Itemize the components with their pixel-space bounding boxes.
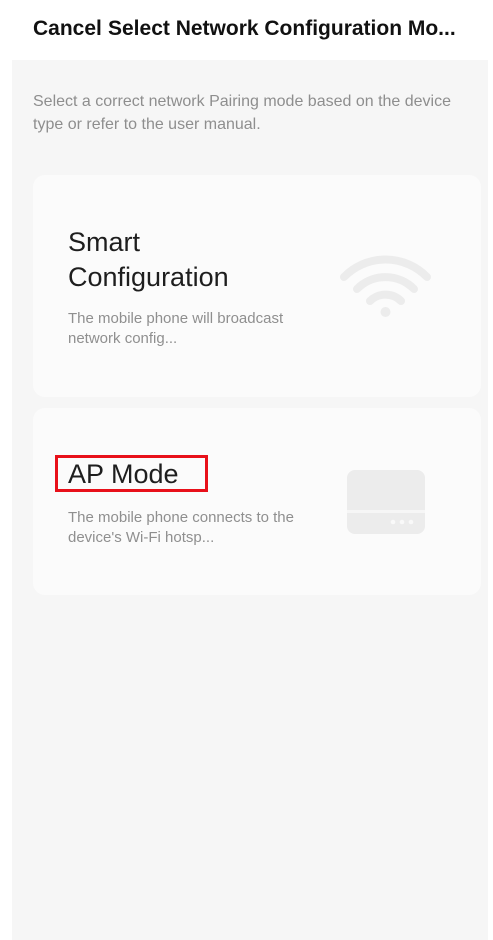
ap-mode-description: The mobile phone connects to the device'… [68, 509, 294, 546]
cancel-button[interactable]: Cancel [33, 17, 102, 41]
main-content: Select a correct network Pairing mode ba… [12, 60, 488, 940]
ap-mode-card[interactable]: AP Mode The mobile phone connects to the… [33, 408, 481, 595]
smart-configuration-card[interactable]: Smart Configuration The mobile phone wil… [33, 175, 481, 397]
wifi-icon [340, 255, 431, 317]
smart-configuration-description: The mobile phone will broadcast network … [68, 310, 284, 347]
smart-configuration-title: Smart Configuration [68, 227, 229, 292]
instructions-text: Select a correct network Pairing mode ba… [33, 93, 452, 133]
ap-mode-title: AP Mode [68, 459, 179, 489]
page-title: Select Network Configuration Mo... [108, 17, 456, 40]
router-icon [347, 470, 425, 534]
top-bar: Cancel Select Network Configuration Mo..… [0, 0, 493, 60]
